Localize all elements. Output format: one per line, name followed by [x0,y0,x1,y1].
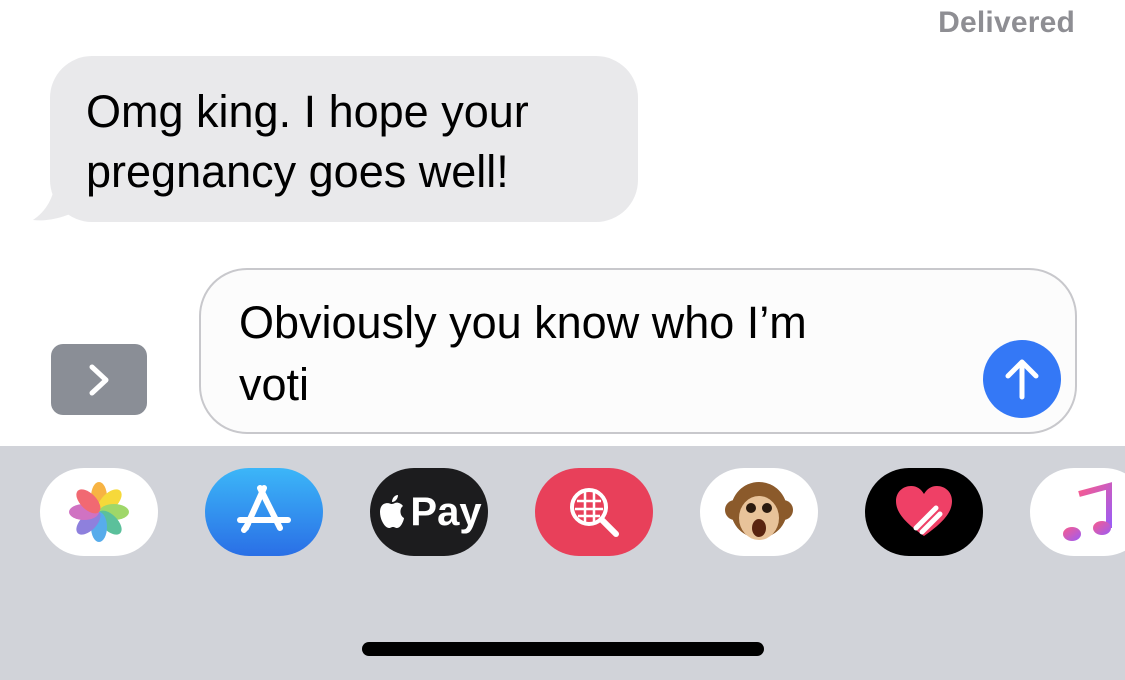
chevron-right-icon [89,364,109,395]
send-button[interactable] [983,340,1061,418]
image-search-app-button[interactable] [535,468,653,556]
incoming-message-bubble[interactable]: Omg king. I hope your pregnancy goes wel… [50,56,638,222]
photos-icon [69,482,129,542]
apple-pay-label: Pay [410,489,482,534]
incoming-message-line-1: Omg king. I hope your [86,86,529,137]
digital-touch-app-button[interactable] [865,468,983,556]
music-icon [1063,482,1112,541]
photos-app-button[interactable] [40,468,158,556]
app-store-app-button[interactable] [205,468,323,556]
arrow-up-icon [1005,359,1039,400]
memoji-monkey-icon [725,482,793,540]
message-input-line-2: voti [239,359,310,410]
app-drawer: Pay [0,446,1125,680]
app-store-icon [237,485,291,533]
apple-pay-icon [380,495,405,528]
apple-pay-app-button[interactable]: Pay [370,468,488,556]
image-search-icon [570,488,619,537]
message-input[interactable]: Obviously you know who I’m voti [199,268,1077,434]
music-app-button[interactable] [1030,468,1125,556]
digital-touch-icon [896,486,952,536]
incoming-message-line-2: pregnancy goes well! [86,146,509,197]
message-input-line-1: Obviously you know who I’m [239,297,807,348]
expand-apps-button[interactable] [51,344,147,415]
memoji-app-button[interactable] [700,468,818,556]
delivered-status: Delivered [938,6,1075,39]
home-indicator[interactable] [362,642,764,656]
